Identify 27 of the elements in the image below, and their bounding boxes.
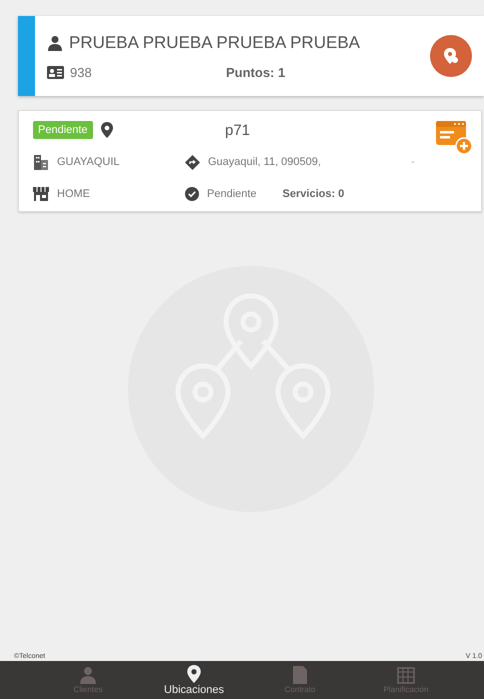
type-text: HOME (57, 188, 90, 200)
services-text: Servicios: 0 (282, 188, 344, 200)
add-card-icon[interactable] (435, 119, 473, 155)
calendar-icon (397, 666, 415, 684)
id-card-icon (47, 66, 64, 78)
map-pin-icon (443, 47, 459, 65)
person-icon (47, 34, 63, 50)
state-text: Pendiente (207, 188, 257, 200)
store-icon (33, 187, 49, 201)
person-icon (79, 666, 97, 684)
map-pin-icon (187, 664, 201, 682)
directions-icon (185, 154, 200, 170)
status-badge: Pendiente (33, 121, 93, 139)
map-pin-icon (100, 122, 113, 138)
dash-text: - (411, 156, 415, 168)
address-text: Guayaquil, 11, 090509, (208, 156, 321, 168)
location-card[interactable]: Pendiente p71 GUAYAQUIL Guayaquil, 11, 090509, - HOME Pendiente Servicios: 0 (18, 110, 482, 212)
points-text: Puntos: 1 (226, 64, 286, 80)
add-location-button[interactable] (430, 35, 472, 77)
building-icon (33, 154, 49, 170)
nav-tab[interactable]: Ubicaciones (154, 661, 234, 699)
client-id: 938 (70, 64, 93, 80)
check-circle-icon (185, 187, 199, 201)
document-icon (293, 666, 307, 684)
location-code: p71 (225, 122, 250, 138)
client-name: PRUEBA PRUEBA PRUEBA PRUEBA (69, 32, 360, 52)
city-text: GUAYAQUIL (57, 156, 120, 168)
